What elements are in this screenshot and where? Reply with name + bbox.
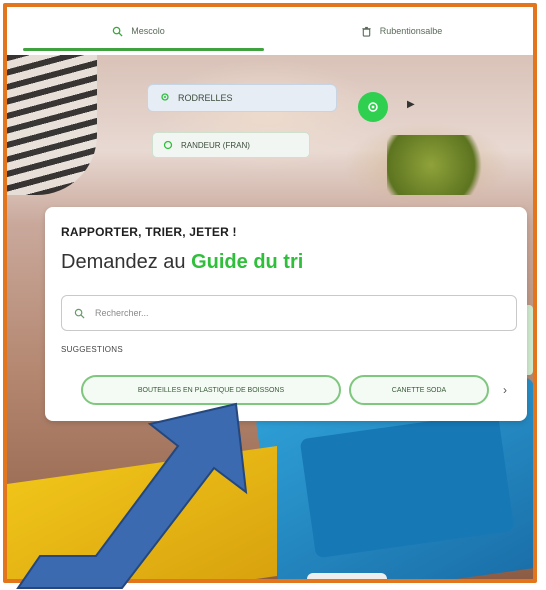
salad-bowl [387, 135, 497, 195]
tab-guide[interactable]: Rubentionsalbe [270, 7, 533, 55]
suggestion-chip[interactable]: CANETTE SODA [349, 375, 489, 405]
pin-icon [163, 140, 173, 150]
location-input[interactable]: RODRELLES [147, 84, 337, 112]
search-placeholder: Rechercher... [95, 308, 149, 318]
suggestions-label: SUGGESTIONS [61, 345, 123, 354]
chevron-right-icon[interactable]: › [503, 383, 507, 397]
tab-search[interactable]: Mescolo [7, 7, 270, 55]
striped-bag [7, 55, 97, 195]
pin-icon [161, 93, 169, 101]
tab-label: Mescolo [131, 26, 165, 36]
top-tabs: Mescolo Rubentionsalbe [7, 7, 533, 55]
tab-label: Rubentionsalbe [379, 26, 443, 36]
location-value: RODRELLES [178, 93, 233, 103]
subtitle-highlight: Guide du tri [191, 251, 304, 273]
bottom-handle [307, 573, 387, 579]
screenshot-frame: Mescolo Rubentionsalbe RODRELLES ▶ RANDE… [3, 3, 537, 583]
card-heading: RAPPORTER, TRIER, JETER ! [61, 225, 237, 239]
locate-button[interactable] [358, 92, 388, 122]
subtitle-prefix: Demandez au [61, 251, 186, 273]
guide-card: RAPPORTER, TRIER, JETER ! Demandez au Gu… [45, 207, 527, 421]
location-suggestion[interactable]: RANDEUR (FRAN) [152, 132, 310, 158]
guide-search-input[interactable]: Rechercher... [61, 295, 517, 331]
yellow-bin [7, 446, 277, 579]
search-icon [112, 26, 123, 37]
locate-icon [368, 102, 378, 112]
card-subtitle: Demandez au Guide du tri [61, 251, 303, 274]
suggestion-chip[interactable]: BOUTEILLES EN PLASTIQUE DE BOISSONS [81, 375, 341, 405]
trash-icon [362, 26, 371, 37]
chevron-right-icon[interactable]: ▶ [407, 99, 415, 110]
suggestion-label: RANDEUR (FRAN) [181, 140, 250, 150]
search-icon [74, 308, 85, 319]
